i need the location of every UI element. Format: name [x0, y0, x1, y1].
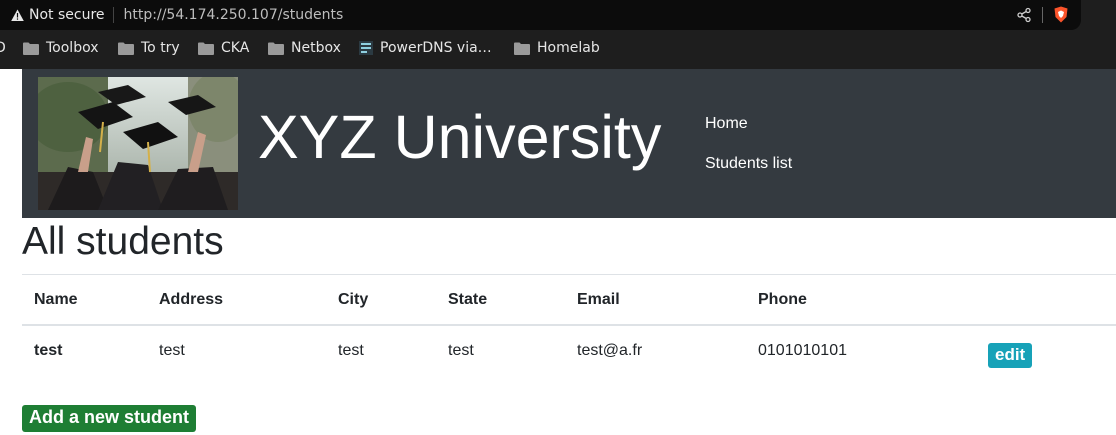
bookmark-to-try[interactable]: To try [118, 40, 180, 56]
column-header-email: Email [577, 291, 620, 308]
table-body: test test test test test@a.fr 0101010101… [22, 325, 1116, 385]
divider [112, 7, 114, 23]
brave-shield-icon[interactable] [1053, 6, 1069, 23]
bookmark-partial[interactable]: D [0, 40, 6, 56]
folder-icon [514, 42, 530, 55]
address-bar-actions [1016, 6, 1069, 23]
cell-address: test [159, 341, 185, 359]
students-table: Name Address City State Email Phone test… [22, 274, 1116, 385]
graduation-caps-photo [38, 77, 238, 210]
bookmark-label: Toolbox [46, 40, 99, 56]
cell-email: test@a.fr [577, 341, 643, 359]
folder-icon [118, 42, 134, 55]
divider [1042, 6, 1043, 23]
nav-home-link[interactable]: Home [705, 115, 748, 133]
bookmark-label: Homelab [537, 40, 600, 56]
page-title: All students [22, 220, 224, 263]
folder-icon [198, 42, 214, 55]
cell-phone: 0101010101 [758, 341, 847, 359]
site-header: XYZ University Home Students list [22, 69, 1116, 218]
cell-actions: edit [988, 325, 1116, 385]
warning-icon[interactable] [11, 9, 24, 22]
bookmark-powerdns[interactable]: PowerDNS via… [359, 40, 492, 56]
bookmarks-bar: D Toolbox To try CKA Netbox PowerDNS via… [0, 30, 1116, 69]
bookmark-cka[interactable]: CKA [198, 40, 249, 56]
folder-icon [23, 42, 39, 55]
address-bar[interactable]: Not secure http://54.174.250.107/student… [0, 0, 1081, 30]
url-text[interactable]: http://54.174.250.107/students [124, 7, 344, 23]
column-header-phone: Phone [758, 291, 807, 308]
cell-name: test [34, 341, 63, 359]
cell-state: test [448, 341, 474, 359]
site-title: XYZ University [258, 103, 662, 171]
column-header-actions [988, 275, 1116, 325]
bookmark-label: CKA [221, 40, 250, 56]
bookmark-label: Netbox [291, 40, 341, 56]
table-header-row: Name Address City State Email Phone [22, 274, 1116, 325]
column-header-address: Address [159, 291, 224, 308]
column-header-city: City [338, 291, 369, 308]
edit-button[interactable]: edit [988, 342, 1033, 368]
column-header-name: Name [34, 291, 78, 308]
bookmark-label: PowerDNS via… [380, 40, 492, 56]
security-status[interactable]: Not secure [29, 7, 105, 23]
share-icon[interactable] [1016, 7, 1032, 23]
cell-city: test [338, 341, 364, 359]
table-row: test test test test test@a.fr 0101010101… [22, 325, 1116, 385]
add-student-button[interactable]: Add a new student [22, 405, 197, 432]
table-header: Name Address City State Email Phone [22, 274, 1116, 325]
folder-icon [268, 42, 284, 55]
bookmark-label: To try [141, 40, 180, 56]
bookmark-netbox[interactable]: Netbox [268, 40, 341, 56]
column-header-state: State [448, 291, 488, 308]
powerdns-icon [359, 41, 373, 55]
nav-students-list-link[interactable]: Students list [705, 155, 792, 173]
browser-chrome: Not secure http://54.174.250.107/student… [0, 0, 1116, 69]
bookmark-toolbox[interactable]: Toolbox [23, 40, 99, 56]
bookmark-homelab[interactable]: Homelab [514, 40, 600, 56]
